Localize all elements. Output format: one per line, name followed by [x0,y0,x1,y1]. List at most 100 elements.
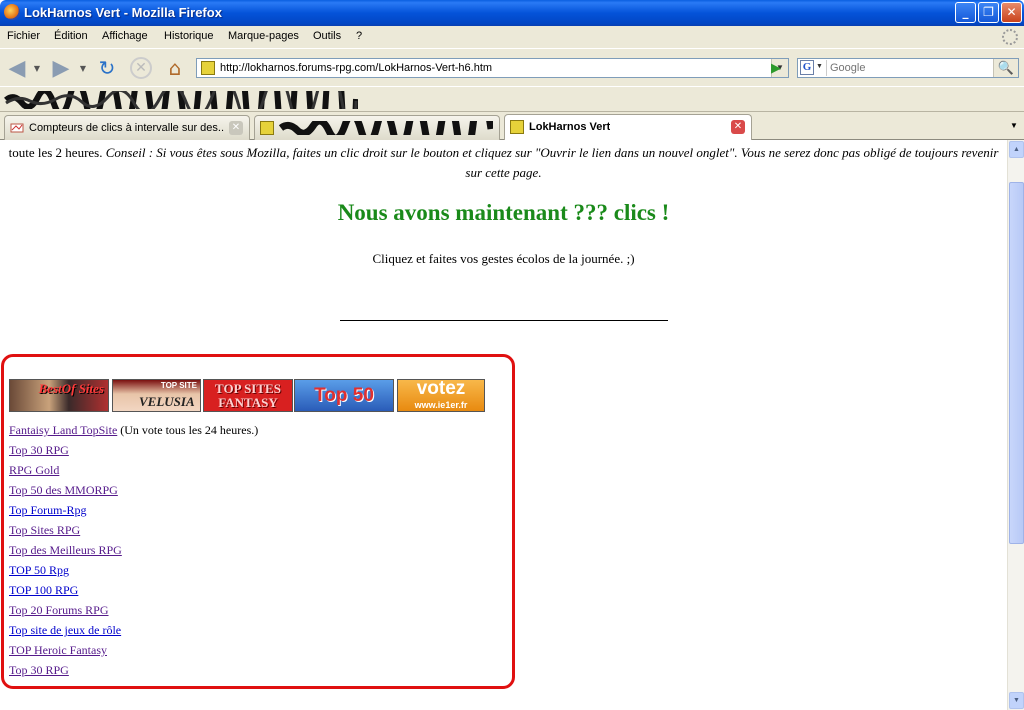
banner-text: BestOf Sites [38,381,104,396]
site-link[interactable]: Top 20 Forums RPG [9,603,109,617]
vote-link-list: Fantaisy Land TopSite (Un vote tous les … [9,420,258,680]
back-arrow-icon: ◀ [8,55,26,81]
reload-button[interactable]: ↻ [94,55,120,81]
menu-bar: Fichier Édition Affichage Historique Mar… [0,26,1024,48]
banner-text: TOP SITE [160,381,197,390]
subline-text: Cliquez et faites vos gestes écolos de l… [372,251,635,266]
banner-text: www.ie1er.fr [414,400,468,410]
maximize-button[interactable]: ❐ [978,2,999,23]
go-button[interactable]: ▶ [766,59,786,77]
activity-throbber-icon [1002,29,1018,45]
menu-edition[interactable]: Édition [54,30,88,42]
site-link[interactable]: Top 50 des MMORPG [9,483,118,497]
tab-bar: Compteurs de clics à intervalle sur des.… [0,112,1024,140]
site-link[interactable]: TOP Heroic Fantasy [9,643,107,657]
list-item: RPG Gold [9,460,258,480]
minimize-button[interactable]: _ [955,2,976,23]
vote-note: (Un vote tous les 24 heures.) [120,423,259,437]
list-item: Top 50 des MMORPG [9,480,258,500]
stop-button[interactable]: ✕ [128,55,154,81]
menu-historique[interactable]: Historique [164,30,214,42]
list-item: TOP 100 RPG [9,580,258,600]
menu-fichier[interactable]: Fichier [7,30,40,42]
list-item: Top Sites RPG [9,520,258,540]
banner-top-sites-fantasy[interactable]: TOP SITES FANTASY [203,379,293,412]
google-icon: G [800,60,814,75]
site-link[interactable]: RPG Gold [9,463,59,477]
list-item: Top des Meilleurs RPG [9,540,258,560]
site-link[interactable]: TOP 50 Rpg [9,563,69,577]
vote-sites-frame: BestOf Sites TOP SITE VELUSIA TOP SITES … [1,354,515,689]
stop-icon: ✕ [130,57,152,79]
home-icon: ⌂ [168,56,182,80]
forward-history-dropdown[interactable]: ▼ [78,55,88,81]
site-favicon-icon [260,121,274,135]
reload-icon: ↻ [98,56,116,80]
banner-bestof-sites[interactable]: BestOf Sites [9,379,109,412]
back-button[interactable]: ◀ [4,55,30,81]
scroll-up-button[interactable]: ▲ [1009,141,1024,158]
banner-top-50[interactable]: Top 50 [294,379,394,412]
page-favicon-icon [10,123,24,133]
site-favicon-icon [201,61,215,75]
menu-help[interactable]: ? [356,30,362,42]
tab-label: LokHarnos Vert [529,121,611,133]
url-text[interactable]: http://lokharnos.forums-rpg.com/LokHarno… [220,62,492,74]
navigation-toolbar: ◀ ▼ ▶ ▼ ↻ ✕ ⌂ http://lokharnos.forums-rp… [0,48,1024,86]
search-engine-selector[interactable]: G ▼ [799,60,827,76]
vertical-scrollbar[interactable]: ▲ ▼ [1007,140,1024,710]
menu-marque-pages[interactable]: Marque-pages [228,30,299,42]
list-item: TOP Heroic Fantasy [9,640,258,660]
scroll-down-button[interactable]: ▼ [1009,692,1024,709]
intro-plain: toute les 2 heures. [8,145,103,160]
site-link[interactable]: Top 30 RPG [9,663,69,677]
forward-arrow-icon: ▶ [52,55,70,81]
list-item: Top 20 Forums RPG [9,600,258,620]
banner-text: TOP SITES FANTASY [215,381,281,410]
site-link[interactable]: TOP 100 RPG [9,583,78,597]
search-input[interactable] [830,62,990,74]
close-tab-button[interactable]: ✕ [229,121,243,135]
close-tab-button[interactable]: ✕ [731,120,745,134]
close-window-button[interactable]: ✕ [1001,2,1022,23]
list-item: Top 30 RPG [9,440,258,460]
scroll-thumb[interactable] [1009,182,1024,544]
menu-outils[interactable]: Outils [313,30,341,42]
go-arrow-icon: ▶ [771,60,781,75]
search-bar: G ▼ 🔍 [797,58,1019,78]
chevron-down-icon: ▼ [816,63,823,70]
click-counter-headline: Nous avons maintenant ??? clics ! [337,200,670,225]
tab-redacted[interactable] [254,115,500,140]
menu-affichage[interactable]: Affichage [102,30,148,42]
back-history-dropdown[interactable]: ▼ [32,55,42,81]
horizontal-rule [340,320,668,321]
bookmarks-toolbar [0,86,1024,112]
tab-compteurs[interactable]: Compteurs de clics à intervalle sur des.… [4,115,250,140]
banner-text: votez [416,379,466,399]
banner-votez[interactable]: votez www.ie1er.fr [397,379,485,412]
list-item: Top 30 RPG [9,660,258,680]
address-bar[interactable]: http://lokharnos.forums-rpg.com/LokHarno… [196,58,789,78]
list-item: Fantaisy Land TopSite (Un vote tous les … [9,420,258,440]
forward-button[interactable]: ▶ [48,55,74,81]
list-item: Top site de jeux de rôle [9,620,258,640]
site-link[interactable]: Top des Meilleurs RPG [9,543,122,557]
search-button[interactable]: 🔍 [993,59,1018,77]
tab-lokharnos-vert[interactable]: LokHarnos Vert ✕ [504,114,752,140]
site-link[interactable]: Top site de jeux de rôle [9,623,121,637]
banner-text: VELUSIA [139,394,195,409]
title-bar: LokHarnos Vert - Mozilla Firefox _ ❐ ✕ [0,0,1024,26]
list-item: TOP 50 Rpg [9,560,258,580]
site-link[interactable]: Top Sites RPG [9,523,80,537]
home-button[interactable]: ⌂ [162,55,188,81]
site-link[interactable]: Fantaisy Land TopSite [9,423,117,437]
banner-text: Top 50 [314,385,374,406]
redaction-scribble [4,91,358,109]
banner-velusia[interactable]: TOP SITE VELUSIA [112,379,201,412]
tab-list-dropdown[interactable]: ▼ [1006,116,1022,136]
magnifier-icon: 🔍 [997,60,1015,75]
site-link[interactable]: Top Forum-Rpg [9,503,87,517]
site-link[interactable]: Top 30 RPG [9,443,69,457]
intro-tip: Conseil : Si vous êtes sous Mozilla, fai… [105,145,999,180]
site-favicon-icon [510,120,524,134]
